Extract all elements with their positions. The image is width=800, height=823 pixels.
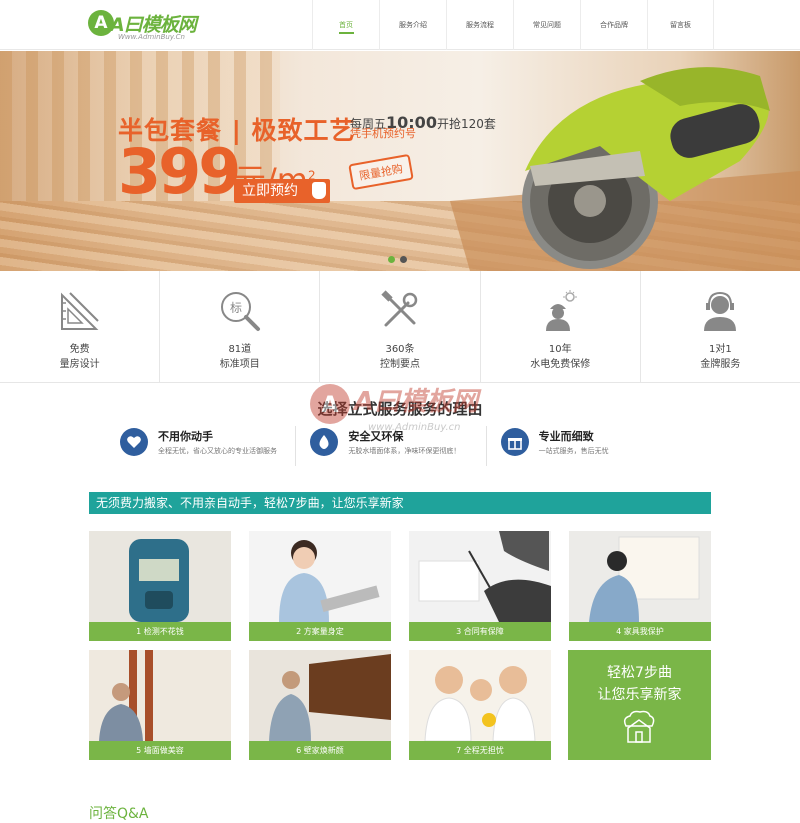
step-caption: 3 合同有保障 [409, 622, 551, 641]
carousel-dots [388, 256, 407, 263]
service-line1: 10年 [548, 344, 572, 355]
limited-badge: 限量抢购 [348, 153, 414, 191]
qa-heading: 问答Q&A [89, 806, 149, 822]
nav-item-faq[interactable]: 常见问题 [513, 0, 580, 50]
leaf-drop-icon [310, 428, 339, 456]
step-card[interactable]: 1 检测不花钱 [89, 531, 231, 641]
consultant-image [249, 531, 391, 622]
logo-subtitle: Www.AdminBuy.Cn [118, 33, 185, 41]
banner-condition: 凭手机预约号 [350, 127, 416, 140]
step-caption: 6 壁家焕新颜 [249, 741, 391, 760]
service-item[interactable]: 标 81道 标准项目 [160, 271, 321, 382]
promo-line1: 轻松7步曲 [607, 665, 672, 681]
reason-item: 专业而细致 一站式服务，售后无忧 [500, 426, 676, 466]
service-line2: 量房设计 [59, 359, 100, 370]
happy-family-image [409, 650, 551, 741]
carousel-dot-1[interactable] [388, 256, 395, 263]
reason-title: 安全又环保 [348, 430, 404, 443]
reason-desc: 一站式服务，售后无忧 [538, 447, 609, 455]
nav-item-services[interactable]: 服务介绍 [379, 0, 446, 50]
step-card[interactable]: 7 全程无担忧 [409, 650, 551, 760]
site-header: A A曰模板网 Www.AdminBuy.Cn 首页 服务介绍 服务流程 常见问… [0, 0, 800, 50]
step-caption: 5 墙面做美容 [89, 741, 231, 760]
service-highlights: 免费 量房设计 标 81道 标准项目 360条 控制要点 10年 水电免费保修 [0, 271, 800, 383]
contract-signing-image [409, 531, 551, 622]
reason-title: 不用你动手 [158, 430, 213, 443]
wallpaper-install-image [249, 650, 391, 741]
book-now-label: 立即预约 [242, 183, 298, 199]
svg-text:A: A [321, 393, 338, 418]
wall-repair-image [89, 650, 231, 741]
service-item[interactable]: 10年 水电免费保修 [481, 271, 641, 382]
step-caption: 1 检测不花钱 [89, 622, 231, 641]
pointer-hand-icon [312, 182, 326, 199]
worker-icon [546, 290, 578, 331]
step-caption: 4 家具我保护 [569, 622, 711, 641]
service-line2: 标准项目 [219, 359, 260, 370]
service-line2: 水电免费保修 [530, 359, 591, 370]
heart-icon [120, 428, 148, 456]
service-line2: 金牌服务 [700, 359, 741, 370]
tools-icon [381, 290, 418, 327]
reasons-list: 不用你动手 全程无忧，省心又放心的专业活御服务 安全又环保 无胶水墙面体系，净味… [120, 426, 690, 466]
book-now-button[interactable]: 立即预约 [234, 179, 330, 203]
nav-item-process[interactable]: 服务流程 [446, 0, 513, 50]
step-card[interactable]: 3 合同有保障 [409, 531, 551, 641]
reason-title: 专业而细致 [538, 430, 594, 443]
reason-item: 不用你动手 全程无忧，省心又放心的专业活御服务 [120, 426, 297, 466]
step-caption: 7 全程无担忧 [409, 741, 551, 760]
steps-promo-card[interactable]: 轻松7步曲 让您乐享新家 [568, 650, 711, 760]
circular-saw-image [450, 67, 800, 271]
reason-item: 安全又环保 无胶水墙面体系，净味环保更彻底！ [310, 426, 487, 466]
service-line1: 免费 [69, 344, 90, 355]
reason-desc: 无胶水墙面体系，净味环保更彻底！ [348, 447, 461, 455]
magnifier-label: 标 [230, 301, 242, 315]
service-line2: 控制要点 [380, 359, 420, 370]
nav-item-home[interactable]: 首页 [312, 0, 379, 50]
banner-price: 399 [118, 135, 241, 208]
gift-icon [500, 428, 529, 456]
service-line1: 1对1 [709, 344, 732, 355]
service-line1: 360条 [385, 344, 415, 355]
furniture-wrap-image [569, 531, 711, 622]
service-item[interactable]: 免费 量房设计 [0, 271, 161, 382]
step-caption: 2 方案量身定 [249, 622, 391, 641]
site-logo[interactable]: A A曰模板网 Www.AdminBuy.Cn [88, 8, 208, 42]
nav-item-guestbook[interactable]: 留言板 [647, 0, 714, 50]
reason-desc: 全程无忧，省心又放心的专业活御服务 [158, 447, 277, 455]
step-card[interactable]: 2 方案量身定 [249, 531, 391, 641]
step-card[interactable]: 4 家具我保护 [569, 531, 711, 641]
service-item[interactable]: 360条 控制要点 [320, 271, 481, 382]
service-line1: 81道 [228, 344, 252, 355]
promo-line2: 让您乐享新家 [597, 687, 682, 703]
main-nav: 首页 服务介绍 服务流程 常见问题 合作品牌 留言板 [312, 0, 714, 50]
house-icon [623, 710, 655, 743]
carousel-dot-2[interactable] [400, 256, 407, 263]
support-agent-icon [704, 291, 737, 331]
steps-banner: 无须费力搬家、不用亲自动手，轻松7步曲，让您乐享新家 [89, 492, 711, 514]
step-card[interactable]: 5 墙面做美容 [89, 650, 231, 760]
ruler-triangle-icon [60, 292, 99, 330]
watermark-text: A曰模板网 [352, 387, 482, 417]
moisture-meter-image [89, 531, 231, 622]
hero-banner[interactable]: 半包套餐 | 极致工艺 399 元/m2 立即预约 每周五10:00开抢120套… [0, 51, 800, 271]
service-item[interactable]: 1对1 金牌服务 [641, 271, 800, 382]
step-card[interactable]: 6 壁家焕新颜 [249, 650, 391, 760]
nav-item-brands[interactable]: 合作品牌 [580, 0, 647, 50]
magnifier-standard-icon: 标 [220, 292, 260, 331]
